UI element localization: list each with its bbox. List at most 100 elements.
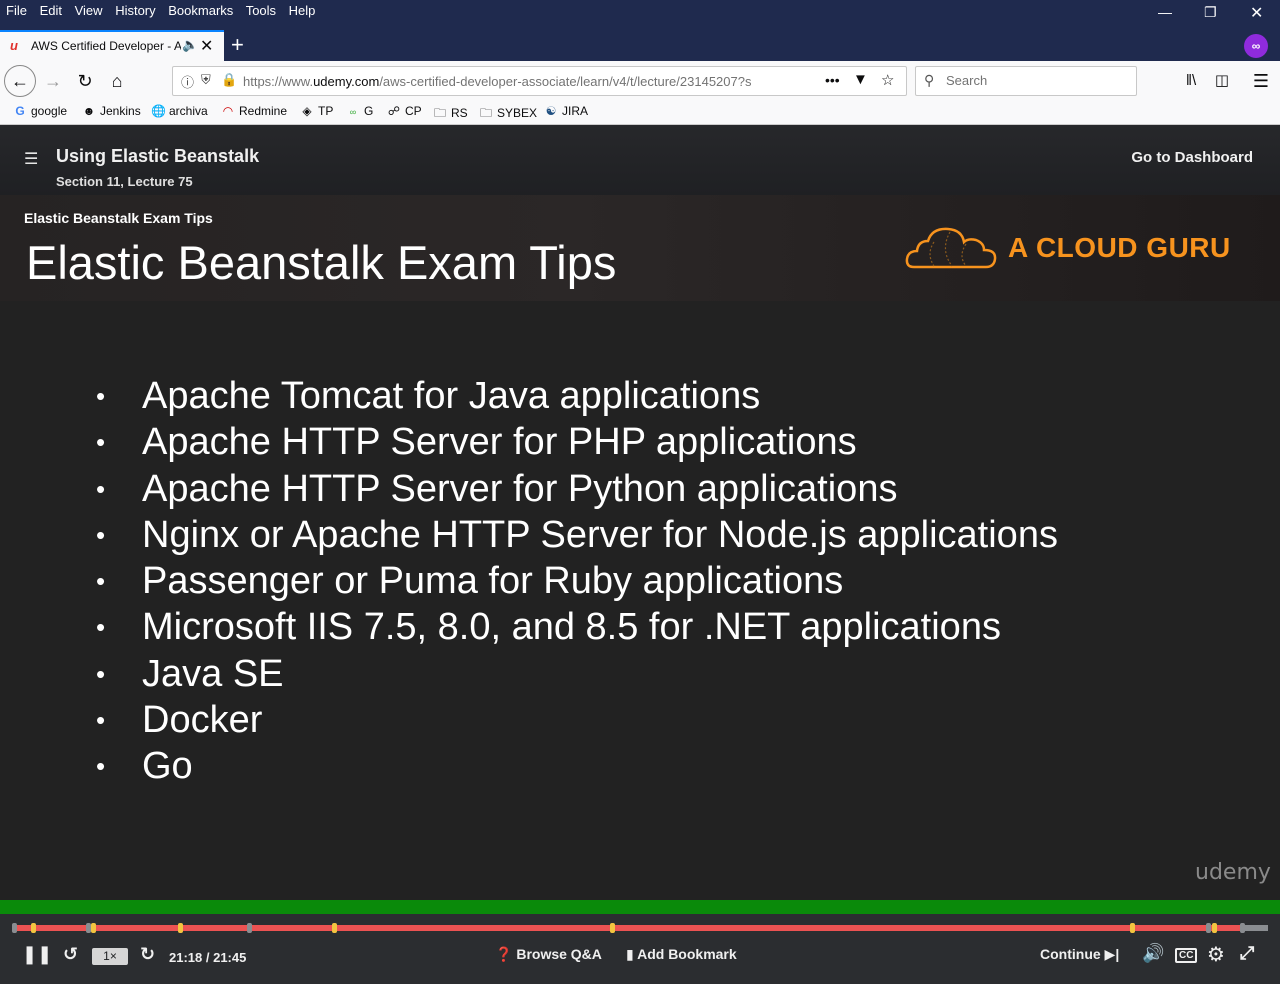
- menu-history[interactable]: History: [115, 3, 155, 18]
- menu-file[interactable]: File: [6, 3, 27, 18]
- hamburger-menu-icon[interactable]: ☰: [1246, 67, 1276, 95]
- continue-button[interactable]: Continue ▶|: [1040, 946, 1119, 963]
- forward-icon[interactable]: ↻: [140, 944, 155, 965]
- bookmark-sybex[interactable]: 🗀 SYBEX: [479, 104, 537, 125]
- list-item: • Docker: [96, 699, 263, 742]
- bookmark-archiva[interactable]: 🌐 archiva: [151, 104, 208, 118]
- bookmark-marker[interactable]: [610, 923, 615, 933]
- list-item: • Nginx or Apache HTTP Server for Node.js…: [96, 513, 1058, 556]
- page-actions-icon[interactable]: •••: [825, 72, 840, 88]
- browse-qa-button[interactable]: ❓ Browse Q&A: [495, 946, 602, 963]
- minimize-icon[interactable]: —: [1158, 4, 1172, 20]
- course-header: ☰ Using Elastic Beanstalk Section 11, Le…: [0, 125, 1280, 195]
- volume-icon[interactable]: 🔊: [1142, 943, 1164, 964]
- add-bookmark-button[interactable]: ▮ Add Bookmark: [626, 946, 737, 963]
- list-item: • Apache HTTP Server for PHP applications: [96, 421, 857, 464]
- menu-bookmarks[interactable]: Bookmarks: [168, 3, 233, 18]
- bullet-icon: •: [96, 427, 106, 458]
- menu-items: File Edit View History Bookmarks Tools H…: [6, 3, 324, 18]
- forward-button[interactable]: →: [38, 67, 68, 95]
- bookmark-marker[interactable]: [31, 923, 36, 933]
- rewind-icon[interactable]: ↺: [63, 944, 78, 965]
- tab-title: AWS Certified Developer - A: [31, 39, 181, 53]
- bookmark-g[interactable]: ∞ G: [346, 104, 374, 118]
- lecture-marker[interactable]: [247, 923, 252, 933]
- lecture-subtitle: Section 11, Lecture 75: [56, 174, 193, 189]
- reload-button[interactable]: ↻: [70, 67, 100, 95]
- lecture-marker[interactable]: [12, 923, 17, 933]
- tab-active[interactable]: u AWS Certified Developer - A 🔈 ✕: [0, 30, 224, 61]
- bullet-icon: •: [96, 381, 106, 411]
- bookmark-star-icon[interactable]: ☆: [881, 71, 894, 89]
- bullet-icon: •: [96, 751, 106, 782]
- bullet-icon: •: [96, 705, 106, 736]
- bookmark-marker[interactable]: [1130, 923, 1135, 933]
- bookmark-marker[interactable]: [178, 923, 183, 933]
- question-icon: ❓: [495, 946, 513, 962]
- slide-title: Elastic Beanstalk Exam Tips: [26, 236, 617, 289]
- restore-icon[interactable]: ❐: [1204, 4, 1217, 21]
- redmine-icon: ◠: [222, 104, 234, 118]
- go-to-dashboard-link[interactable]: Go to Dashboard: [1131, 149, 1253, 166]
- tab-audio-icon[interactable]: 🔈: [182, 37, 198, 53]
- lecture-marker[interactable]: [1240, 923, 1245, 933]
- info-icon[interactable]: ⓘ: [181, 72, 194, 91]
- bookmark-redmine[interactable]: ◠ Redmine: [221, 104, 287, 118]
- menu-edit[interactable]: Edit: [40, 3, 62, 18]
- google-icon: G: [15, 104, 25, 118]
- back-button[interactable]: ←: [4, 65, 36, 97]
- bookmark-marker[interactable]: [1212, 923, 1217, 933]
- caption-progress-bar: [0, 900, 1280, 914]
- url-bar[interactable]: ⓘ ⛨ 🔒 https://www.udemy.com/aws-certifie…: [172, 66, 907, 96]
- bookmark-google[interactable]: Ggoogle: [13, 104, 67, 118]
- url-text[interactable]: https://www.udemy.com/aws-certified-deve…: [243, 74, 813, 89]
- search-box[interactable]: ⚲: [915, 66, 1137, 96]
- window-close-icon[interactable]: ✕: [1250, 3, 1263, 23]
- list-item: • Apache HTTP Server for Python applicati…: [96, 467, 898, 510]
- list-item: • Passenger or Puma for Ruby applications: [96, 560, 844, 603]
- bookmark-jenkins[interactable]: ☻ Jenkins: [82, 104, 141, 118]
- bookmark-jira[interactable]: ☯ JIRA: [544, 104, 588, 118]
- slide-small-title: Elastic Beanstalk Exam Tips: [24, 210, 213, 226]
- pocket-icon[interactable]: ▼: [853, 71, 868, 88]
- bookmark-cp[interactable]: ☍ CP: [387, 104, 422, 118]
- list-item: • Java SE: [96, 652, 284, 695]
- menu-view[interactable]: View: [75, 3, 103, 18]
- settings-gear-icon[interactable]: ⚙: [1207, 942, 1225, 967]
- lecture-marker[interactable]: [1206, 923, 1211, 933]
- menu-tools[interactable]: Tools: [246, 3, 276, 18]
- playback-speed-button[interactable]: 1×: [92, 948, 128, 965]
- video-progress-bar[interactable]: [12, 925, 1268, 931]
- bookmark-icon: ▮: [626, 946, 634, 962]
- fullscreen-icon[interactable]: ⤢: [1240, 943, 1254, 964]
- time-display: 21:18 / 21:45: [169, 950, 247, 965]
- tracking-shield-icon[interactable]: ⛨: [201, 72, 211, 88]
- bookmark-marker[interactable]: [91, 923, 96, 933]
- bullet-icon: •: [96, 566, 106, 597]
- brand-name: A CLOUD GURU: [1008, 232, 1231, 263]
- video-slide[interactable]: Elastic Beanstalk Exam Tips Elastic Bean…: [0, 195, 1280, 900]
- course-title[interactable]: Using Elastic Beanstalk: [56, 146, 259, 167]
- bullet-icon: •: [96, 658, 106, 689]
- navigation-bar: ← → ↻ ⌂ ⓘ ⛨ 🔒 https://www.udemy.com/aws-…: [0, 61, 1280, 101]
- next-icon: ▶|: [1104, 946, 1120, 962]
- pause-button[interactable]: ❚❚: [22, 944, 52, 965]
- curriculum-list-icon[interactable]: ☰: [24, 149, 38, 169]
- bookmarks-toolbar: Ggoogle ☻ Jenkins 🌐 archiva ◠ Redmine ◈ TP ∞…: [0, 101, 1280, 125]
- bookmark-rs[interactable]: 🗀 RS: [433, 104, 468, 125]
- search-input[interactable]: [946, 73, 1126, 88]
- folder-icon: 🗀: [479, 106, 492, 120]
- tab-bar: u AWS Certified Developer - A 🔈 ✕ + ∞: [0, 30, 1280, 61]
- new-tab-icon[interactable]: +: [231, 32, 244, 58]
- bookmark-marker[interactable]: [332, 923, 337, 933]
- home-button[interactable]: ⌂: [102, 67, 132, 95]
- lock-icon[interactable]: 🔒: [221, 72, 237, 88]
- library-icon[interactable]: ‖\: [1176, 67, 1206, 95]
- sidebar-icon[interactable]: ◫: [1207, 67, 1237, 95]
- cloud-logo-icon: [905, 227, 997, 269]
- bookmark-tp[interactable]: ◈ TP: [300, 104, 333, 118]
- tips-list: • Apache Tomcat for Java applications • Ap…: [96, 373, 1058, 790]
- closed-captions-button[interactable]: CC: [1175, 948, 1198, 963]
- menu-help[interactable]: Help: [289, 3, 316, 18]
- tab-close-icon[interactable]: ✕: [200, 36, 213, 56]
